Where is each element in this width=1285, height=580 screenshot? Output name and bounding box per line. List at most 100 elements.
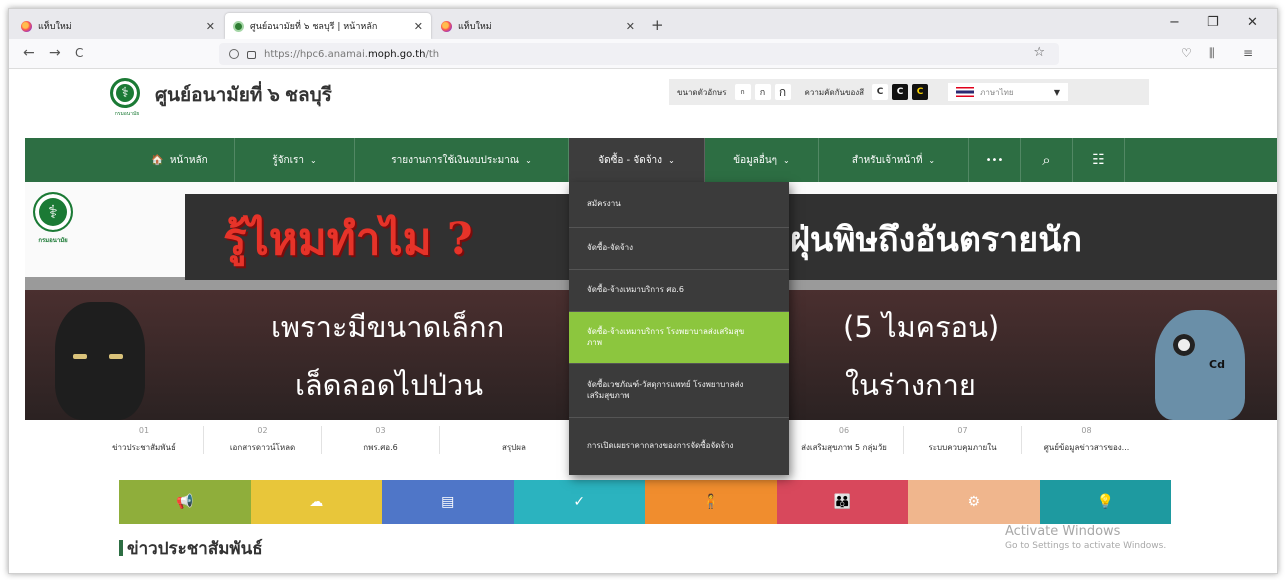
font-size-label: ขนาดตัวอักษร (677, 87, 727, 97)
quicklink-number: 08 (1081, 426, 1092, 435)
close-window-button[interactable]: ✕ (1247, 15, 1258, 30)
font-size-small-button[interactable]: ก (734, 84, 751, 100)
font-size-medium-button[interactable]: ก (754, 84, 771, 100)
quicklink-04[interactable]: 0 สรุปผล (439, 426, 569, 454)
tile-downloads[interactable]: ☁ (250, 480, 382, 524)
close-tab-icon[interactable]: ✕ (414, 20, 423, 33)
tab-new-1[interactable]: แท็บใหม่ ✕ (13, 13, 223, 39)
document-icon: ▤ (441, 494, 455, 510)
language-select[interactable]: ภาษาไทย ▼ (948, 83, 1069, 101)
url-bar[interactable]: https://hpc6.anamai. moph.go.th/th ☆ (219, 43, 1059, 65)
lock-icon[interactable] (247, 51, 256, 59)
person-icon: 🧍 (702, 494, 720, 510)
banner-line-2-left: เพราะมีขนาดเล็กก (271, 310, 505, 344)
quicklink-07[interactable]: 07 ระบบควบคุมภายใน (903, 426, 1021, 454)
site-logo[interactable]: ⚕ กรมอนามัย (110, 78, 144, 118)
quicklink-01[interactable]: 01 ข่าวประชาสัมพันธ์ (85, 426, 203, 454)
tile-info-center[interactable]: 💡 (1039, 480, 1171, 524)
forward-button[interactable]: → (49, 45, 61, 61)
quicklink-label: ข่าวประชาสัมพันธ์ (112, 443, 176, 452)
character-face (1173, 334, 1195, 356)
quicklink-label: สรุปผล (502, 443, 526, 452)
reload-button[interactable]: C (75, 46, 83, 60)
site-title: ศูนย์อนามัยที่ ๖ ชลบุรี (155, 85, 332, 106)
home-icon: 🏠 (151, 154, 164, 166)
quicklink-label: เอกสารดาวน์โหลด (229, 443, 296, 452)
tile-person[interactable]: 🧍 (645, 480, 777, 524)
tile-settings[interactable]: ⚙ (908, 480, 1040, 524)
back-button[interactable]: ← (23, 45, 35, 61)
menu-procurement[interactable]: จัดซื้อ - จัดจ้าง ⌄ (569, 138, 705, 182)
tab-hpc6[interactable]: ศูนย์อนามัยที่ ๖ ชลบุรี | หน้าหลัก ✕ (225, 13, 431, 39)
quicklink-02[interactable]: 02 เอกสารดาวน์โหลด (203, 426, 321, 454)
dropdown-item-medical-supplies[interactable]: จัดซื้อเวชภัณฑ์-วัสดุการแพทย์ โรงพยาบาลส… (569, 364, 789, 418)
tile-announcements[interactable]: 📢 (119, 480, 251, 524)
close-tab-icon[interactable]: ✕ (626, 20, 635, 33)
contrast-dark-button[interactable]: C (892, 84, 909, 100)
creature-eye (109, 354, 123, 359)
tab-title: แท็บใหม่ (38, 22, 72, 32)
tile-family[interactable]: 👪 (776, 480, 908, 524)
firefox-icon (21, 20, 32, 32)
menu-home[interactable]: 🏠 หน้าหลัก (125, 138, 235, 182)
menu-staff[interactable]: สำหรับเจ้าหน้าที่ ⌄ (819, 138, 969, 182)
bookmark-star-icon[interactable]: ☆ (1033, 45, 1045, 60)
contrast-yellow-button[interactable]: C (912, 84, 929, 100)
quicklink-label: กพร.ศอ.6 (363, 443, 398, 452)
menu-about[interactable]: รู้จักเรา ⌄ (235, 138, 355, 182)
caduceus-icon: ⚕ (33, 192, 73, 232)
menu-label: หน้าหลัก (169, 154, 208, 166)
menu-budget-report[interactable]: รายงานการใช้เงินงบประมาณ ⌄ (355, 138, 569, 182)
menu-label: รายงานการใช้เงินงบประมาณ (391, 154, 520, 166)
tracking-shield-icon[interactable] (229, 49, 239, 59)
news-heading: ข่าวประชาสัมพันธ์ (119, 535, 263, 562)
menu-other-info[interactable]: ข้อมูลอื่นๆ ⌄ (705, 138, 819, 182)
menu-label: ข้อมูลอื่นๆ (733, 154, 778, 166)
family-icon: 👪 (833, 494, 851, 510)
pocket-icon[interactable]: ♡ (1181, 46, 1192, 60)
menu-label: รู้จักเรา (272, 154, 304, 166)
thai-flag-icon (956, 87, 975, 97)
banner-headline-white: ฝุ่นพิษถึงอันตรายนัก (790, 220, 1083, 260)
lightbulb-icon: 💡 (1096, 494, 1114, 510)
cd-label: Cd (1209, 358, 1225, 371)
close-tab-icon[interactable]: ✕ (206, 20, 215, 33)
search-button[interactable]: ⌕ (1021, 138, 1073, 182)
tab-bar: แท็บใหม่ ✕ ศูนย์อนามัยที่ ๖ ชลบุรี | หน้… (9, 9, 1277, 39)
library-icon[interactable]: ⫼ (1209, 46, 1215, 61)
accessibility-bar: ขนาดตัวอักษร ก ก ก ความคัดกันของสี C C C… (669, 79, 1149, 105)
menu-icon[interactable]: ≡ (1243, 46, 1253, 60)
dropdown-item-procurement-hospital[interactable]: จัดซื้อ-จ้างเหมาบริการ โรงพยาบาลส่งเสริม… (569, 312, 789, 364)
quicklink-08[interactable]: 08 ศูนย์ข้อมูลข่าวสารของ... (1021, 426, 1151, 454)
dropdown-item-median-price[interactable]: การเปิดเผยราคากลางของการจัดซื้อจัดจ้าง (569, 418, 789, 475)
sitemap-button[interactable]: ☷ (1073, 138, 1125, 182)
caduceus-icon: ⚕ (110, 78, 140, 108)
quicklink-06[interactable]: 06 ส่งเสริมสุขภาพ 5 กลุ่มวัย (785, 426, 903, 454)
dropdown-item-procurement[interactable]: จัดซื้อ-จัดจ้าง (569, 228, 789, 270)
navigation-bar: ← → C https://hpc6.anamai. moph.go.th/th … (9, 39, 1277, 69)
menu-label: จัดซื้อ - จัดจ้าง (598, 154, 663, 166)
url-path: /th (425, 48, 440, 60)
dropdown-item-jobs[interactable]: สมัครงาน (569, 182, 789, 228)
heading-accent (119, 540, 123, 556)
quicklink-03[interactable]: 03 กพร.ศอ.6 (321, 426, 439, 454)
chevron-down-icon: ⌄ (928, 155, 936, 165)
firefox-icon (441, 20, 452, 32)
new-tab-button[interactable]: + (651, 16, 664, 34)
megaphone-icon: 📢 (176, 494, 194, 510)
menu-more[interactable]: ••• (969, 138, 1021, 182)
tab-new-2[interactable]: แท็บใหม่ ✕ (433, 13, 643, 39)
dropdown-item-procurement-hpc6[interactable]: จัดซื้อ-จ้างเหมาบริการ ศอ.6 (569, 270, 789, 312)
tab-title: แท็บใหม่ (458, 22, 492, 32)
menu-label: สำหรับเจ้าหน้าที่ (851, 154, 923, 166)
quicklink-label: ศูนย์ข้อมูลข่าวสารของ... (1043, 443, 1130, 452)
tile-summary[interactable]: ✓ (513, 480, 645, 524)
chevron-down-icon: ⌄ (525, 155, 532, 165)
font-size-large-button[interactable]: ก (774, 84, 791, 100)
banner-logo: ⚕ กรมอนามัย (30, 192, 76, 262)
logo-caption: กรมอนามัย (114, 111, 140, 117)
contrast-normal-button[interactable]: C (872, 84, 889, 100)
minimize-button[interactable]: − (1169, 15, 1180, 30)
maximize-button[interactable]: ❐ (1207, 15, 1219, 30)
tile-documents[interactable]: ▤ (382, 480, 514, 524)
